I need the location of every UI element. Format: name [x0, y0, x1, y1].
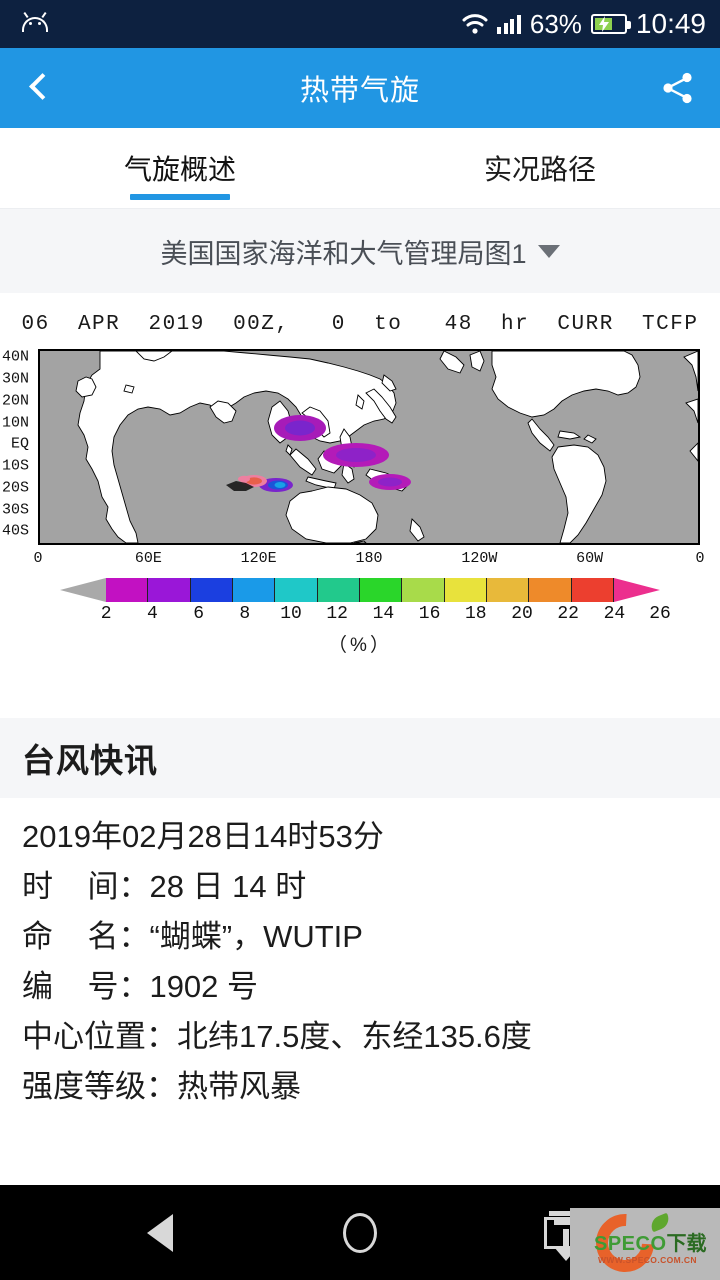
colorbar-tick: 24	[603, 604, 626, 624]
colorbar-tick: 20	[511, 604, 533, 624]
app-bar: 热带气旋	[0, 48, 720, 128]
bulletin-line-name: 命 名：“蝴蝶”，WUTIP	[22, 919, 363, 954]
watermark-leaf-icon	[648, 1212, 672, 1233]
colorbar: 2 4 6 8 10 12 14 16 18 20 22 24 26 （%）	[0, 578, 720, 658]
y-tick-label: 40S	[1, 522, 29, 540]
tab-label: 实况路径	[483, 154, 596, 185]
land-shapes	[75, 351, 698, 543]
bulletin-body: 2019年02月28日14时53分 时 间：28 日 14 时 命 名：“蝴蝶”…	[0, 798, 720, 1112]
colorbar-gradient	[60, 578, 660, 602]
chevron-down-icon	[537, 244, 560, 258]
colorbar-tick: 22	[557, 604, 579, 624]
nav-home-button[interactable]	[290, 1185, 430, 1280]
colorbar-under-arrow	[60, 578, 106, 602]
nav-home-circle-icon	[343, 1212, 377, 1253]
colorbar-tick: 18	[464, 604, 487, 624]
system-nav-bar: SPECO下载 WWW.SPECO.COM.CN	[0, 1185, 720, 1280]
status-bar-left	[22, 11, 48, 33]
y-tick-label: EQ	[10, 435, 29, 453]
tab-cyclone-overview[interactable]: 气旋概述	[0, 128, 360, 208]
colorbar-tick: 10	[280, 604, 302, 624]
bulletin-line-position: 中心位置：北纬17.5度、东经135.6度	[22, 1019, 532, 1054]
colorbar-tick: 12	[326, 604, 348, 624]
watermark: SPECO下载 WWW.SPECO.COM.CN	[570, 1208, 720, 1280]
x-tick-label: 0	[695, 550, 705, 567]
tab-label: 气旋概述	[123, 154, 236, 185]
y-tick-label: 30S	[1, 501, 29, 519]
colorbar-tick: 8	[239, 604, 251, 624]
colorbar-tick-labels: 2 4 6 8 10 12 14 16 18 20 22 24 26	[60, 604, 671, 630]
chart-source-value: 美国国家海洋和大气管理局图1	[160, 238, 527, 269]
colorbar-tick: 26	[649, 604, 671, 624]
colorbar-tick: 2	[100, 604, 112, 624]
tab-live-track[interactable]: 实况路径	[360, 128, 720, 208]
y-tick-label: 40N	[1, 348, 29, 366]
x-tick-label: 60E	[134, 550, 162, 567]
status-bar-right: 63% 10:49	[462, 0, 706, 48]
x-axis-labels: 0 60E 120E 180 120W 60W 0	[33, 550, 704, 574]
x-tick-label: 120W	[461, 550, 498, 567]
nav-back-button[interactable]	[90, 1185, 230, 1280]
bulletin-timestamp: 2019年02月28日14时53分	[22, 819, 384, 854]
share-button[interactable]	[636, 48, 720, 128]
nav-back-triangle-icon	[147, 1213, 173, 1252]
colorbar-over-arrow	[614, 578, 660, 602]
forecast-figure[interactable]: 06 APR 2019 00Z, 0 to 48 hr CURR TCFP 40…	[0, 293, 720, 718]
wifi-icon	[462, 13, 488, 35]
status-bar-clock: 10:49	[635, 8, 706, 39]
y-tick-label: 20N	[1, 392, 29, 410]
bulletin-line-intensity: 强度等级：热带风暴	[22, 1069, 301, 1104]
battery-charging-icon	[590, 14, 631, 34]
cellular-signal-icon	[497, 14, 521, 34]
tab-bar: 气旋概述 实况路径	[0, 128, 720, 208]
watermark-url: WWW.SPECO.COM.CN	[598, 1255, 697, 1265]
share-icon	[663, 72, 692, 104]
map-plot-area	[40, 351, 698, 543]
colorbar-unit-label: （%）	[328, 635, 392, 656]
x-tick-label: 0	[33, 550, 43, 567]
colorbar-tick: 4	[146, 604, 158, 624]
tab-active-indicator	[130, 194, 230, 200]
battery-percent-label: 63%	[529, 8, 582, 39]
colorbar-tick: 14	[372, 604, 395, 624]
chart-source-selector-band: 美国国家海洋和大气管理局图1	[0, 208, 720, 293]
status-bar: 63% 10:49	[0, 0, 720, 48]
colorbar-tick: 16	[418, 604, 441, 624]
y-tick-label: 10S	[1, 457, 29, 475]
page-title: 热带气旋	[299, 75, 420, 107]
bulletin-line-number: 编 号：1902 号	[22, 969, 259, 1004]
y-axis-labels: 40N 30N 20N 10N EQ 10S 20S 30S 40S	[0, 349, 36, 545]
x-tick-label: 180	[355, 550, 383, 567]
y-tick-label: 20S	[1, 479, 29, 497]
watermark-suffix-text: 下载	[666, 1233, 707, 1255]
x-tick-label: 60W	[576, 550, 604, 567]
colorbar-tick: 6	[193, 604, 204, 624]
watermark-brand: SPECO下载	[594, 1234, 716, 1254]
global-forecast-map[interactable]	[38, 349, 700, 545]
chart-source-dropdown[interactable]: 美国国家海洋和大气管理局图1	[160, 232, 560, 271]
y-tick-label: 10N	[1, 414, 29, 431]
bulletin-section-header: 台风快讯	[0, 718, 720, 798]
android-robot-icon	[22, 11, 48, 33]
bulletin-heading: 台风快讯	[22, 742, 158, 779]
x-tick-label: 120E	[240, 550, 277, 567]
bulletin-line-time: 时 间：28 日 14 时	[22, 869, 307, 904]
figure-title: 06 APR 2019 00Z, 0 to 48 hr CURR TCFP	[21, 313, 699, 336]
watermark-brand-text: SPECO	[594, 1233, 667, 1255]
y-tick-label: 30N	[1, 370, 29, 388]
